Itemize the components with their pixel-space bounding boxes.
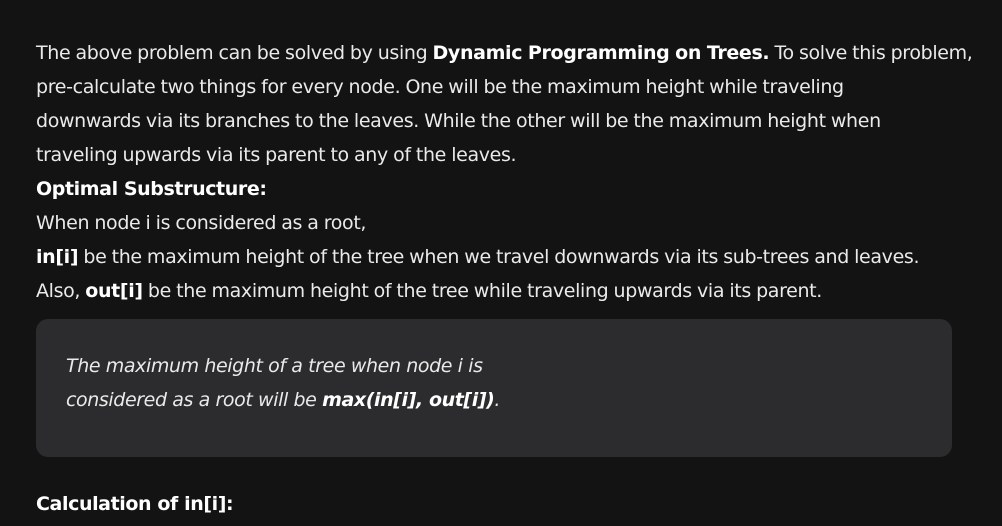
intro-line-2: pre-calculate two things for every node.…: [36, 76, 844, 98]
intro-line-4: traveling upwards via its parent to any …: [36, 144, 517, 166]
also-text: Also,: [36, 280, 86, 302]
callout-text-part: .: [494, 389, 501, 411]
intro-text: The above problem can be solved by using: [36, 42, 433, 64]
callout-box: The maximum height of a tree when node i…: [36, 319, 952, 457]
callout-text-part: considered as a root will be: [66, 389, 323, 411]
calculation-heading: Calculation of in[i]:: [36, 493, 234, 515]
out-term: out[i]: [85, 280, 143, 302]
optimal-substructure-heading: Optimal Substructure:: [36, 178, 267, 200]
in-term: in[i]: [36, 246, 79, 268]
in-definition-line: in[i] be the maximum height of the tree …: [36, 240, 966, 274]
intro-text: To solve this problem,: [769, 42, 973, 64]
intro-line-3: downwards via its branches to the leaves…: [36, 110, 881, 132]
substructure-paragraph: When node i is considered as a root, in[…: [36, 206, 966, 308]
intro-paragraph: The above problem can be solved by using…: [36, 36, 973, 172]
intro-line-1: The above problem can be solved by using…: [36, 36, 973, 70]
out-definition-line: Also, out[i] be the maximum height of th…: [36, 274, 966, 308]
out-description: be the maximum height of the tree while …: [142, 280, 822, 302]
callout-text: The maximum height of a tree when node i…: [66, 349, 500, 417]
callout-formula: max(in[i], out[i]): [322, 389, 495, 411]
callout-line-1: The maximum height of a tree when node i…: [66, 355, 483, 377]
callout-line-2: considered as a root will be max(in[i], …: [66, 383, 500, 417]
root-definition-line: When node i is considered as a root,: [36, 212, 367, 234]
in-description: be the maximum height of the tree when w…: [78, 246, 920, 268]
article-body: The above problem can be solved by using…: [36, 36, 973, 308]
intro-bold-term: Dynamic Programming on Trees.: [432, 42, 770, 64]
